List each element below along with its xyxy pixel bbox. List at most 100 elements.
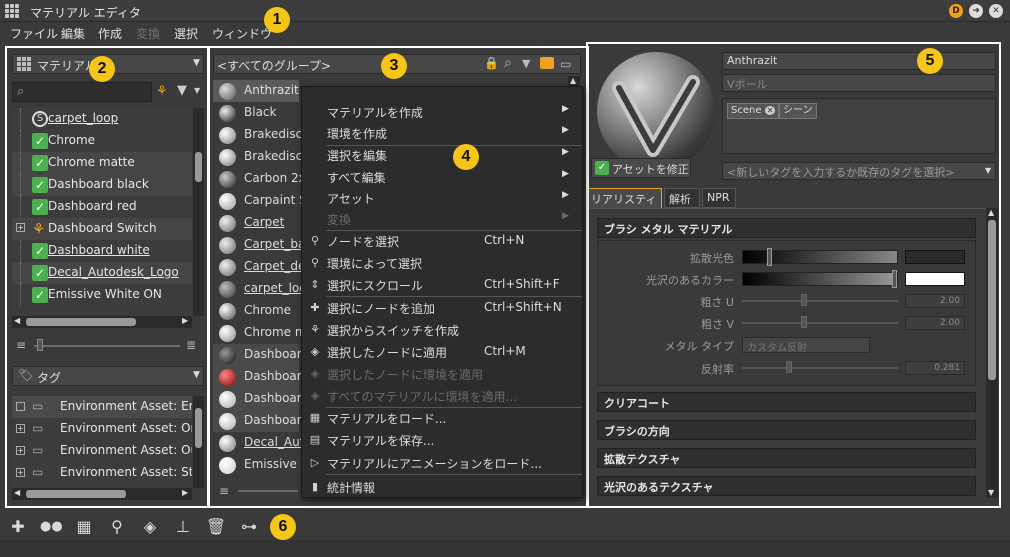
list-item[interactable]: ✓ Chrome matte (12, 152, 192, 174)
search-input[interactable]: ⌕ (12, 82, 152, 102)
ctx-add-nodes-to-selection[interactable]: ✚ 選択にノードを追加 Ctrl+Shift+N (302, 297, 582, 319)
filter-icon[interactable]: ▼ (177, 83, 187, 98)
list-item[interactable]: S carpet_loop (12, 108, 192, 130)
ctx-apply-env-to-all[interactable]: ◈ すべてのマテリアルに環境を適用... (302, 385, 582, 407)
ctx-edit-all[interactable]: すべて編集 ▶ (302, 166, 582, 188)
ctx-select-nodes[interactable]: ⚲ ノードを選択 Ctrl+N (302, 230, 582, 252)
list-item[interactable]: Dashboard (213, 366, 309, 388)
ctx-asset[interactable]: アセット ▶ (302, 187, 582, 209)
tab-realistic[interactable]: リアリスティック (588, 188, 662, 222)
select-node-icon[interactable]: ⚲ (106, 516, 128, 538)
reflectivity-value[interactable]: 0.281 (905, 361, 965, 375)
list-item[interactable]: Black (213, 102, 299, 124)
tag-chip[interactable]: シーン (779, 103, 817, 119)
slider-handle[interactable] (892, 270, 897, 288)
tag-combo[interactable]: 🏷 タグ ▼ (12, 366, 204, 386)
slider-handle[interactable] (37, 339, 43, 351)
tree-hscrollbar[interactable]: ◀ ▶ (12, 316, 192, 328)
roughness-u-slider[interactable] (742, 300, 898, 302)
ctx-create-environment[interactable]: 環境を作成 ▶ (302, 122, 582, 144)
list-item[interactable]: Dashboard (213, 410, 309, 432)
list-view-icon[interactable]: ≡ (219, 484, 229, 498)
list-item[interactable]: Brakedisc R (213, 146, 314, 168)
brush-icon[interactable]: ⊥ (172, 516, 194, 538)
lock-icon[interactable]: 🔒 (484, 56, 499, 70)
list-item[interactable]: Carpaint Sw (213, 190, 317, 212)
glossy-color-ramp[interactable] (742, 272, 898, 286)
tag-icon[interactable]: ▭ (560, 57, 571, 71)
list-item[interactable]: Chrome (213, 300, 299, 322)
tab-analysis[interactable]: 解析 (664, 188, 700, 208)
expand-icon[interactable]: + (16, 468, 25, 477)
list-item[interactable]: Carpet (213, 212, 299, 234)
ctx-edit-selection[interactable]: 選択を編集 ▶ (302, 144, 582, 166)
add-icon[interactable]: ✚ (7, 516, 29, 538)
list-item[interactable]: ✓ Decal_Autodesk_Logo (12, 262, 192, 284)
ctx-select-by-environment[interactable]: ⚲ 環境によって選択 (302, 252, 582, 274)
checkbox[interactable] (16, 402, 25, 411)
material-preview-sphere[interactable] (597, 52, 715, 170)
roughness-v-value[interactable]: 2.00 (905, 316, 965, 330)
graph-icon[interactable]: ⊶ (238, 516, 260, 538)
trash-icon[interactable]: 🗑 (205, 516, 227, 538)
list-item[interactable]: + ▭ Environment Asset: Oran (12, 418, 192, 440)
list-view-icon[interactable]: ≡ (16, 338, 26, 352)
slider-handle[interactable] (786, 361, 792, 373)
hierarchy-filter-icon[interactable]: ⚘ (156, 84, 168, 99)
list-item[interactable]: carpet_loop (213, 278, 314, 300)
tag-filter-icon[interactable] (540, 57, 554, 69)
section-brush-direction[interactable]: ブラシの方向 (597, 420, 976, 440)
list-item[interactable]: Emissive W (213, 454, 313, 476)
search-icon[interactable]: ⌕ (504, 55, 512, 71)
section-clearcoat[interactable]: クリアコート (597, 392, 976, 412)
tag-hscrollbar[interactable]: ◀ ▶ (12, 488, 192, 500)
slider-handle[interactable] (801, 316, 807, 328)
metal-type-combo[interactable]: カスタム反射 (742, 337, 870, 354)
tag-scrollbar[interactable] (193, 396, 204, 488)
roughness-u-value[interactable]: 2.00 (905, 294, 965, 308)
menu-convert[interactable]: 変換 (136, 25, 160, 42)
property-scrollbar[interactable]: ▲ ▼ (986, 208, 998, 498)
expand-icon[interactable]: + (16, 424, 25, 433)
diffuse-color-ramp[interactable] (742, 250, 898, 264)
list-item[interactable]: ✓ Chrome (12, 130, 192, 152)
ctx-load-material[interactable]: ▦ マテリアルをロード... (302, 407, 582, 429)
ctx-scroll-to-selection[interactable]: ⇕ 選択にスクロール Ctrl+Shift+F (302, 274, 582, 296)
section-glossy-texture[interactable]: 光沢のあるテクスチャ (597, 476, 976, 496)
section-brushed-metal[interactable]: ブラシ メタル マテリアル (597, 218, 976, 238)
list-item[interactable]: Carpet_bas (213, 234, 312, 256)
section-diffuse-texture[interactable]: 拡散テクスチャ (597, 448, 976, 468)
list-item[interactable]: ✓ Dashboard black (12, 174, 192, 196)
list-item[interactable]: ✓ Dashboard white (12, 240, 192, 262)
ctx-load-animation[interactable]: ▷ マテリアルにアニメーションをロード... (302, 452, 582, 474)
list-item[interactable]: Dashboard (213, 388, 309, 410)
list-item[interactable]: + ▭ Environment Asset: Outd (12, 440, 192, 462)
tree-scrollbar[interactable] (193, 108, 204, 316)
reflectivity-slider[interactable] (742, 367, 898, 369)
undock-icon[interactable]: ➜ (969, 4, 983, 18)
glossy-color-swatch[interactable] (905, 272, 965, 286)
close-icon[interactable]: ✕ (989, 4, 1003, 18)
menu-file[interactable]: ファイル (10, 25, 58, 42)
apply-icon[interactable]: ◈ (139, 516, 161, 538)
list-item[interactable]: + ▭ Environment Asset: Studi (12, 462, 192, 484)
close-icon[interactable]: ✕ (764, 106, 776, 115)
icon-size-slider[interactable] (238, 490, 298, 492)
tag-chip[interactable]: Scene ✕ (727, 103, 780, 119)
menu-window[interactable]: ウィンドウ (212, 25, 272, 42)
roughness-v-slider[interactable] (742, 322, 898, 324)
list-item[interactable]: + ⚘ Dashboard Switch (12, 218, 192, 240)
slider-handle[interactable] (801, 294, 807, 306)
tag-input[interactable]: <新しいタグを入力するか既存のタグを選択> ▼ (722, 162, 996, 180)
chevron-down-icon[interactable]: ▼ (194, 86, 200, 95)
icon-size-slider[interactable] (34, 345, 180, 347)
list-item[interactable]: ✓ Dashboard red (12, 196, 192, 218)
list-item[interactable]: Chrome ma (213, 322, 314, 344)
detail-view-icon[interactable]: ≣ (186, 338, 196, 352)
ctx-statistics[interactable]: ▮ 統計情報 (302, 476, 582, 498)
material-type-field[interactable]: Vボール (722, 74, 996, 92)
list-item[interactable]: Carpet_dec (213, 256, 312, 278)
list-item[interactable]: Brakedisc R (213, 124, 314, 146)
fix-asset-button[interactable]: ✓ アセットを修正 (591, 158, 691, 178)
menu-create[interactable]: 作成 (98, 25, 122, 42)
